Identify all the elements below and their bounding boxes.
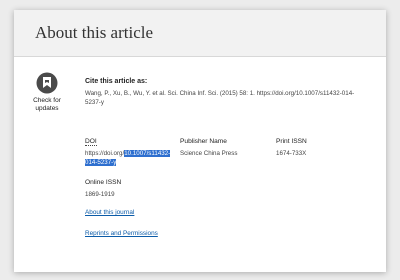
check-for-updates-badge[interactable]: Check for updates bbox=[32, 72, 62, 113]
publisher-value: Science China Press bbox=[180, 150, 238, 157]
doi-label: DOI bbox=[85, 138, 97, 146]
about-journal-link[interactable]: About this journal bbox=[85, 209, 134, 216]
section-header: About this article bbox=[14, 10, 386, 57]
reprints-permissions-link[interactable]: Reprints and Permissions bbox=[85, 230, 158, 237]
doi-value[interactable]: https://doi.org/10.1007/s11432-014-5237-… bbox=[85, 149, 171, 167]
check-for-updates-label: Check for updates bbox=[33, 97, 61, 112]
citation-text: Wang, P., Xu, B., Wu, Y. et al. Sci. Chi… bbox=[85, 90, 355, 106]
about-article-panel: About this article Check for updates Cit… bbox=[14, 10, 386, 272]
online-issn-value: 1869-1919 bbox=[85, 191, 115, 198]
blank-area bbox=[276, 180, 346, 218]
doi-prefix: https://doi.org/ bbox=[85, 150, 125, 157]
online-issn-label: Online ISSN bbox=[85, 179, 122, 186]
bookmark-check-icon bbox=[36, 72, 58, 94]
print-issn-label: Print ISSN bbox=[276, 138, 307, 145]
print-issn-value: 1674-733X bbox=[276, 150, 307, 157]
publisher-label: Publisher Name bbox=[180, 138, 227, 145]
section-title: About this article bbox=[35, 23, 154, 42]
cite-heading: Cite this article as: bbox=[85, 78, 148, 85]
